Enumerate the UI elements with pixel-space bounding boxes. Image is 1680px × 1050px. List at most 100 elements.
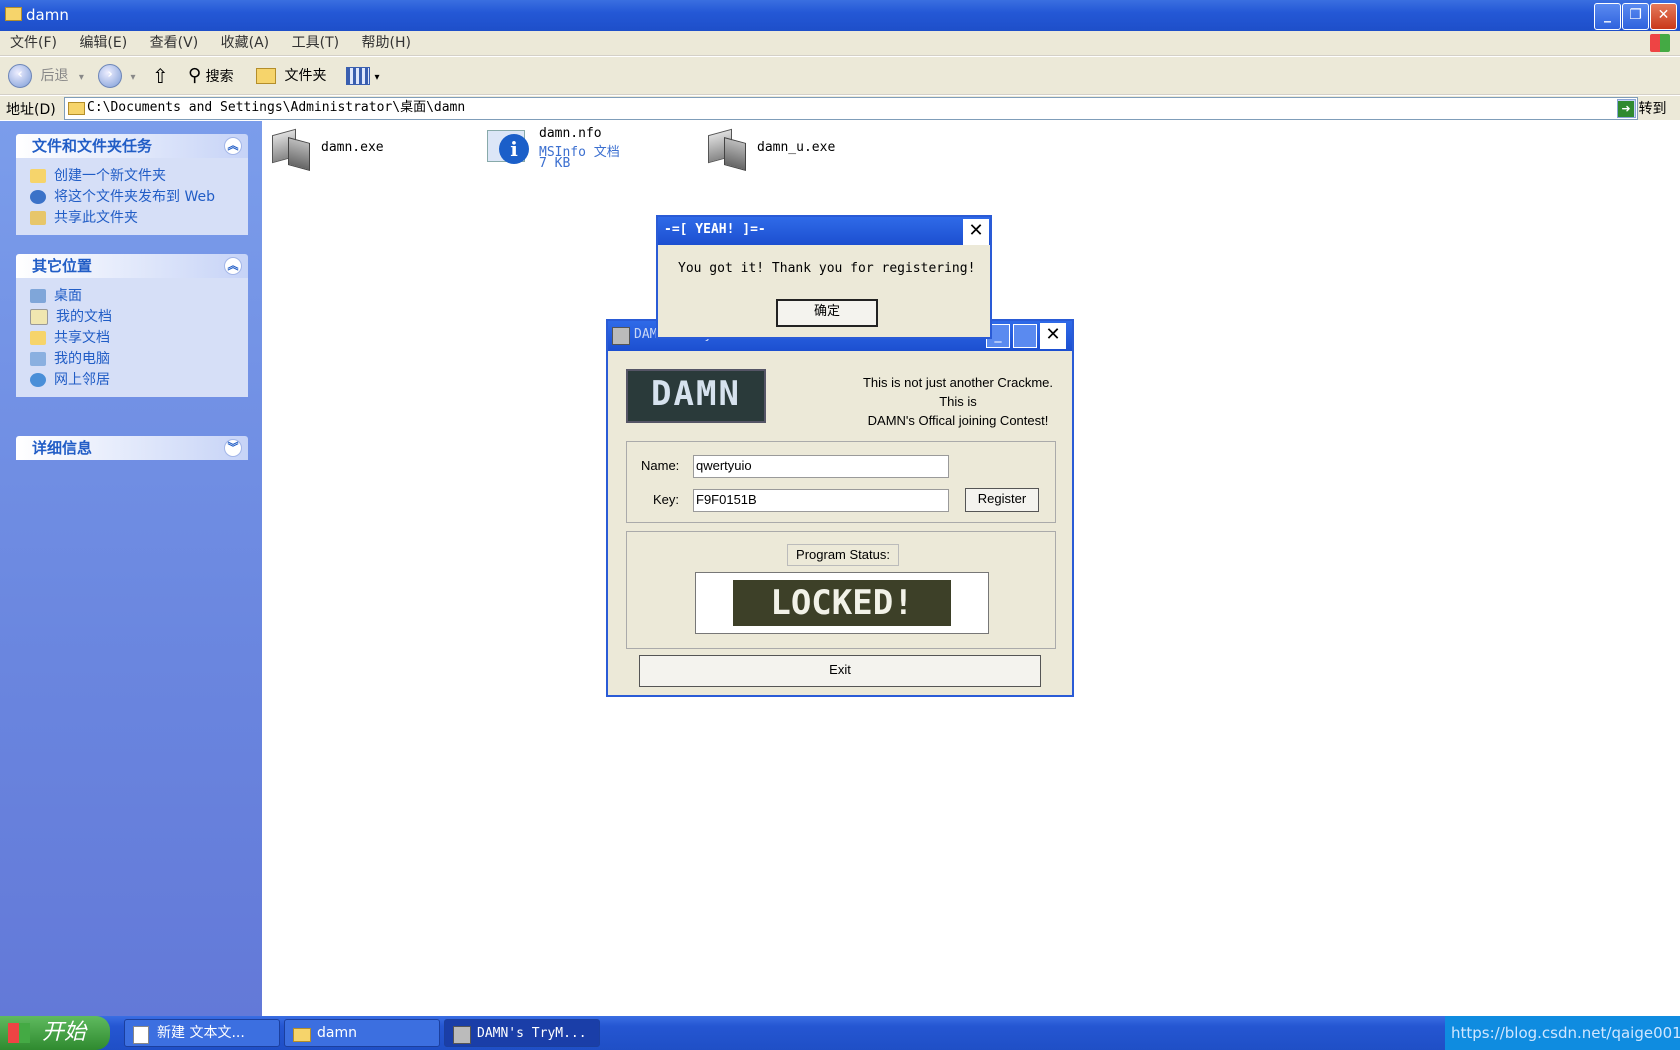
- toolbar: ‹ 后退 ▾ › ▾ ⇧ ⚲ 搜索 文件夹 ▾: [0, 57, 1680, 95]
- panel-header[interactable]: 详细信息 ︾: [16, 436, 248, 460]
- message-box-titlebar[interactable]: -=[ YEAH! ]=- ✕: [658, 217, 990, 245]
- start-button[interactable]: 开始: [0, 1016, 110, 1050]
- forward-arrow-icon: ›: [98, 64, 122, 88]
- status-group: Program Status: LOCKED!: [626, 531, 1056, 649]
- menu-file[interactable]: 文件(F): [10, 31, 57, 56]
- folder-icon: [68, 102, 85, 115]
- maximize-button[interactable]: [1013, 324, 1037, 348]
- up-folder-button[interactable]: ⇧: [152, 63, 169, 89]
- network-icon: [30, 373, 46, 387]
- registration-group: Name: qwertyuio Key: F9F0151B Register: [626, 441, 1056, 523]
- blurb-line-3: DAMN's Offical joining Contest!: [867, 413, 1049, 428]
- up-folder-icon: ⇧: [152, 64, 169, 88]
- views-button[interactable]: ▾: [346, 63, 379, 89]
- folders-button[interactable]: 文件夹: [256, 63, 326, 89]
- close-button[interactable]: ✕: [1650, 3, 1677, 30]
- address-input[interactable]: C:\Documents and Settings\Administrator\…: [64, 97, 1638, 120]
- folder-icon: [293, 1028, 311, 1042]
- locked-status-image: LOCKED!: [733, 580, 951, 626]
- crackme-window: DAMN's TryMe - LOCKED! _ ✕ DAMN This is …: [606, 319, 1074, 697]
- place-network[interactable]: 网上邻居: [30, 370, 248, 391]
- menu-bar: 文件(F) 编辑(E) 查看(V) 收藏(A) 工具(T) 帮助(H): [0, 31, 1680, 56]
- left-task-pane: 文件和文件夹任务 ︽ 创建一个新文件夹 将这个文件夹发布到 Web 共享此文件夹…: [0, 121, 262, 1016]
- message-text: You got it! Thank you for registering!: [678, 261, 976, 276]
- file-tasks-panel: 文件和文件夹任务 ︽ 创建一个新文件夹 将这个文件夹发布到 Web 共享此文件夹: [16, 134, 248, 235]
- documents-icon: [30, 309, 48, 325]
- share-icon: [30, 211, 46, 225]
- file-item[interactable]: damn_u.exe: [702, 126, 882, 176]
- status-frame: LOCKED!: [695, 572, 989, 634]
- register-button[interactable]: Register: [965, 488, 1039, 512]
- windows-logo-icon: [8, 1023, 30, 1043]
- search-icon: ⚲: [188, 65, 202, 86]
- taskbar-item-crackme[interactable]: DAMN's TryM...: [444, 1019, 600, 1047]
- name-label: Name:: [641, 458, 680, 473]
- exit-button[interactable]: Exit: [639, 655, 1041, 687]
- back-arrow-icon: ‹: [8, 64, 32, 88]
- minimize-button[interactable]: _: [1594, 3, 1621, 30]
- shared-folder-icon: [30, 331, 46, 345]
- chevron-down-icon: ▾: [374, 72, 380, 83]
- place-shared-documents[interactable]: 共享文档: [30, 328, 248, 349]
- notepad-icon: [133, 1026, 149, 1044]
- globe-icon: [30, 190, 46, 204]
- ok-button[interactable]: 确定: [776, 299, 878, 327]
- panel-header[interactable]: 文件和文件夹任务 ︽: [16, 134, 248, 158]
- chevron-down-icon: ▾: [78, 72, 84, 83]
- name-input[interactable]: qwertyuio: [693, 455, 949, 478]
- computer-icon: [30, 352, 46, 366]
- watermark-text: https://blog.csdn.net/qaige001: [1451, 1024, 1680, 1042]
- address-label: 地址(D): [6, 102, 56, 118]
- collapse-icon[interactable]: ︽: [224, 137, 242, 155]
- taskbar-item-notepad[interactable]: 新建 文本文...: [124, 1019, 280, 1047]
- expand-icon[interactable]: ︾: [224, 439, 242, 457]
- menu-favorites[interactable]: 收藏(A): [221, 31, 270, 56]
- file-item[interactable]: i damn.nfo MSInfo 文档 7 KB: [485, 126, 665, 176]
- menu-edit[interactable]: 编辑(E): [79, 31, 127, 56]
- search-button[interactable]: ⚲ 搜索: [188, 63, 234, 89]
- go-arrow-icon: ➜: [1618, 101, 1634, 117]
- windows-logo-icon: [1650, 34, 1670, 52]
- system-tray: https://blog.csdn.net/qaige001: [1445, 1016, 1680, 1050]
- panel-header[interactable]: 其它位置 ︽: [16, 254, 248, 278]
- menu-help[interactable]: 帮助(H): [362, 31, 411, 56]
- place-my-documents[interactable]: 我的文档: [30, 307, 248, 328]
- desktop-icon: [30, 289, 46, 303]
- details-panel: 详细信息 ︾: [16, 436, 248, 460]
- program-status-label: Program Status:: [787, 544, 899, 566]
- menu-view[interactable]: 查看(V): [150, 31, 199, 56]
- collapse-icon[interactable]: ︽: [224, 257, 242, 275]
- damn-logo: DAMN: [626, 369, 766, 423]
- key-label: Key:: [653, 492, 680, 507]
- window-title: damn: [26, 6, 69, 24]
- task-publish-web[interactable]: 将这个文件夹发布到 Web: [30, 187, 248, 208]
- exe-file-icon: [266, 126, 312, 172]
- maximize-button[interactable]: ❐: [1622, 3, 1649, 30]
- taskbar-item-damn-folder[interactable]: damn: [284, 1019, 440, 1047]
- back-button[interactable]: ‹ 后退 ▾: [8, 63, 84, 89]
- info-file-icon: i: [485, 126, 531, 172]
- file-item[interactable]: damn.exe: [266, 126, 446, 176]
- chevron-down-icon: ▾: [130, 72, 136, 83]
- close-button[interactable]: ✕: [963, 219, 989, 245]
- blurb-line-1: This is not just another Crackme.: [862, 375, 1054, 390]
- views-icon: [346, 67, 370, 85]
- key-input[interactable]: F9F0151B: [693, 489, 949, 512]
- task-new-folder[interactable]: 创建一个新文件夹: [30, 166, 248, 187]
- menu-tools[interactable]: 工具(T): [292, 31, 339, 56]
- forward-button[interactable]: › ▾: [98, 63, 135, 89]
- task-share-folder[interactable]: 共享此文件夹: [30, 208, 248, 229]
- taskbar: 开始 新建 文本文... damn DAMN's TryM... https:/…: [0, 1016, 1680, 1050]
- go-button[interactable]: ➜ 转到: [1618, 98, 1666, 118]
- place-desktop[interactable]: 桌面: [30, 286, 248, 307]
- app-icon: [612, 327, 630, 345]
- blurb-line-2: This is: [939, 394, 977, 409]
- app-icon: [453, 1026, 471, 1044]
- folder-icon: [5, 7, 22, 21]
- place-my-computer[interactable]: 我的电脑: [30, 349, 248, 370]
- close-button[interactable]: ✕: [1040, 323, 1066, 349]
- folders-icon: [256, 68, 276, 84]
- exe-file-icon: [702, 126, 748, 172]
- new-folder-icon: [30, 169, 46, 183]
- window-titlebar[interactable]: damn _ ❐ ✕: [0, 0, 1680, 31]
